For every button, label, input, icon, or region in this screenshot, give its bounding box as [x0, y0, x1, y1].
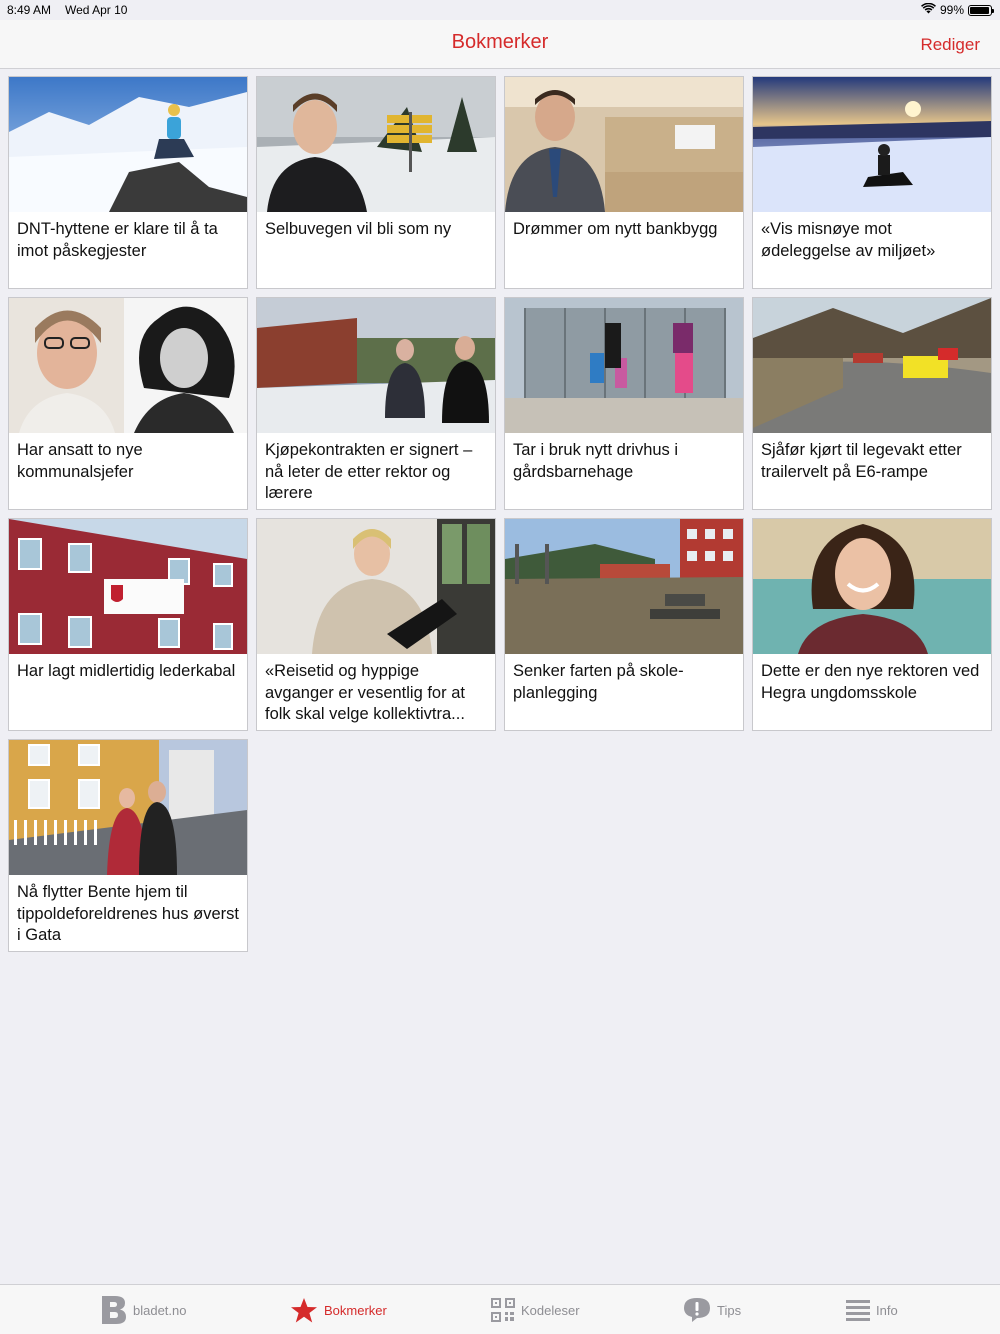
article-card[interactable]: Har lagt midlertidig lederkabal — [8, 518, 248, 731]
article-image-couple-in-street — [9, 740, 247, 875]
bookmark-grid: DNT-hyttene er klare til å ta imot påske… — [8, 76, 992, 952]
article-image-smiling-woman-portrait — [753, 519, 991, 654]
article-card[interactable]: Nå flytter Bente hjem til tippoldeforeld… — [8, 739, 248, 952]
battery-percent: 99% — [939, 3, 964, 17]
article-title: Drømmer om nytt bankbygg — [513, 220, 718, 238]
article-card[interactable]: Drømmer om nytt bankbygg — [504, 76, 744, 289]
navigation-bar: Bokmerker Rediger — [0, 20, 1000, 69]
star-icon — [290, 1297, 318, 1324]
article-card[interactable]: «Vis misnøye mot ødeleggelse av miljøet» — [752, 76, 992, 289]
tab-info[interactable]: Info — [846, 1285, 898, 1334]
exclamation-bubble-icon — [683, 1297, 711, 1323]
status-right: 99% — [920, 2, 994, 17]
article-image-woman-with-laptop — [257, 519, 495, 654]
article-card[interactable]: Har ansatt to nye kommunalsjefer — [8, 297, 248, 510]
article-title: Sjåfør kjørt til legevakt etter trailerv… — [761, 441, 962, 481]
article-card[interactable]: DNT-hyttene er klare til å ta imot påske… — [8, 76, 248, 289]
tab-bokmerker[interactable]: Bokmerker — [290, 1285, 387, 1334]
wifi-icon — [920, 2, 936, 17]
tab-label: Bokmerker — [324, 1302, 387, 1318]
article-image-man-in-bank-office — [505, 77, 743, 212]
article-image-two-portraits — [9, 298, 247, 433]
list-icon — [846, 1299, 870, 1321]
tab-bladet[interactable]: bladet.no — [101, 1285, 187, 1334]
article-title: Kjøpekontrakten er signert – nå leter de… — [265, 441, 473, 502]
battery-icon — [968, 4, 994, 16]
tab-label: bladet.no — [133, 1302, 187, 1318]
article-image-fire-truck-on-road — [753, 298, 991, 433]
article-title: Dette er den nye rektoren ved Hegra ungd… — [761, 662, 980, 702]
qr-code-icon — [491, 1298, 515, 1322]
article-card[interactable]: Dette er den nye rektoren ved Hegra ungd… — [752, 518, 992, 731]
tab-kodeleser[interactable]: Kodeleser — [491, 1285, 580, 1334]
status-bar: 8:49 AM Wed Apr 10 99% — [0, 0, 1000, 20]
status-date: Wed Apr 10 — [65, 3, 128, 17]
article-title: Selbuvegen vil bli som ny — [265, 220, 452, 238]
article-title: Senker farten på skole-planlegging — [513, 662, 684, 702]
article-card[interactable]: Sjåfør kjørt til legevakt etter trailerv… — [752, 297, 992, 510]
article-title: DNT-hyttene er klare til å ta imot påske… — [17, 220, 218, 260]
page-title: Bokmerker — [451, 31, 549, 53]
article-card[interactable]: Selbuvegen vil bli som ny — [256, 76, 496, 289]
article-card[interactable]: Tar i bruk nytt drivhus i gårdsbarnehage — [504, 297, 744, 510]
tab-label: Kodeleser — [521, 1302, 580, 1318]
article-image-two-men-outside-building — [257, 298, 495, 433]
article-image-mountain-snow-hiker — [9, 77, 247, 212]
article-title: Har lagt midlertidig lederkabal — [17, 662, 236, 680]
article-title: «Vis misnøye mot ødeleggelse av miljøet» — [761, 220, 936, 260]
article-image-man-by-road-signs — [257, 77, 495, 212]
status-time: 8:49 AM — [7, 3, 52, 17]
article-card[interactable]: Senker farten på skole-planlegging — [504, 518, 744, 731]
edit-button[interactable]: Rediger — [920, 35, 980, 55]
article-title: «Reisetid og hyppige avganger er vesentl… — [265, 662, 465, 723]
article-image-family-at-greenhouse — [505, 298, 743, 433]
article-image-snowmobile-sunset — [753, 77, 991, 212]
tab-tips[interactable]: Tips — [683, 1285, 741, 1334]
tab-bar: bladet.no Bokmerker Kodeleser Tips Info — [0, 1284, 1000, 1334]
article-card[interactable]: «Reisetid og hyppige avganger er vesentl… — [256, 518, 496, 731]
article-title: Har ansatt to nye kommunalsjefer — [17, 441, 143, 481]
tab-label: Info — [876, 1302, 898, 1318]
article-image-town-hall-facade — [9, 519, 247, 654]
article-title: Nå flytter Bente hjem til tippoldeforeld… — [17, 883, 239, 944]
article-title: Tar i bruk nytt drivhus i gårdsbarnehage — [513, 441, 679, 481]
article-image-schoolyard — [505, 519, 743, 654]
article-card[interactable]: Kjøpekontrakten er signert – nå leter de… — [256, 297, 496, 510]
b-logo-icon — [101, 1295, 127, 1325]
tab-label: Tips — [717, 1302, 742, 1318]
